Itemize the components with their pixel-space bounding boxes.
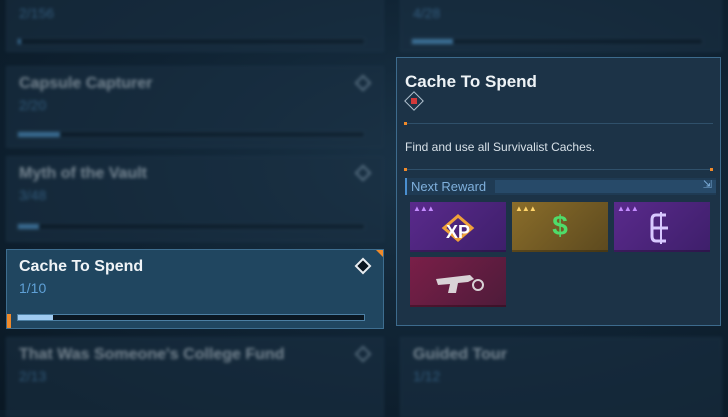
- tooltip-title: Cache To Spend: [405, 72, 537, 91]
- challenge-card-capsule-capturer[interactable]: Capsule Capturer 2/20: [6, 66, 384, 148]
- diamond-icon: [354, 74, 372, 92]
- challenge-title: That Was Someone's College Fund: [19, 346, 285, 363]
- progress-bar: [17, 314, 365, 321]
- reward-cash: ▲▲▲ $: [512, 202, 608, 252]
- challenge-card-top-left[interactable]: 2/156: [6, 0, 384, 52]
- selection-marker: [7, 314, 11, 328]
- challenge-title: Cache To Spend: [19, 258, 144, 275]
- diamond-icon: [354, 257, 372, 275]
- reward-eridium: ▲▲▲: [614, 202, 710, 252]
- progress-bar: [411, 38, 703, 45]
- eridium-icon: [650, 212, 668, 244]
- challenge-progress: 1/10: [19, 280, 47, 296]
- challenge-title: Guided Tour: [413, 346, 507, 363]
- challenge-card-top-right[interactable]: 4/28: [400, 0, 722, 52]
- progress-fill: [18, 224, 39, 229]
- corner-marker: [376, 250, 383, 257]
- progress-fill: [412, 39, 453, 44]
- challenge-progress: 3/48: [19, 187, 47, 203]
- progress-bar: [17, 131, 365, 138]
- tooltip-description: Find and use all Survivalist Caches.: [405, 140, 596, 154]
- challenge-card-cache-to-spend[interactable]: Cache To Spend 1/10: [6, 249, 384, 329]
- pistol-icon: [436, 275, 484, 293]
- collapse-icon: ⇲: [702, 179, 712, 191]
- next-reward-header: Next Reward ⇲: [405, 178, 716, 195]
- divider: [404, 122, 713, 125]
- xp-icon: XP: [441, 214, 475, 242]
- challenge-progress: 4/28: [413, 5, 441, 21]
- challenge-card-myth-of-the-vault[interactable]: Myth of the Vault 3/48: [6, 156, 384, 242]
- progress-fill: [18, 315, 53, 320]
- progress-bar: [17, 223, 365, 230]
- divider: [404, 168, 713, 171]
- progress-bar: [17, 38, 365, 45]
- svg-text:XP: XP: [446, 222, 470, 242]
- challenge-card-guided-tour[interactable]: Guided Tour 1/12: [400, 337, 722, 417]
- reward-weapon-trinket: [410, 257, 506, 307]
- challenge-card-college-fund[interactable]: That Was Someone's College Fund 2/13: [6, 337, 384, 417]
- challenge-tooltip: Cache To Spend Find and use all Survival…: [396, 57, 721, 326]
- progress-fill: [18, 39, 22, 44]
- challenge-progress: 2/156: [19, 5, 55, 21]
- challenge-title: Myth of the Vault: [19, 165, 147, 182]
- reward-xp: ▲▲▲ XP: [410, 202, 506, 252]
- progress-fill: [18, 132, 60, 137]
- diamond-icon: [354, 164, 372, 182]
- challenge-category-icon: [404, 91, 424, 111]
- diamond-icon: [354, 345, 372, 363]
- dollar-icon: $: [552, 210, 568, 241]
- next-reward-label: Next Reward: [411, 179, 487, 194]
- challenge-progress: 1/12: [413, 368, 441, 384]
- challenge-progress: 2/13: [19, 368, 47, 384]
- next-reward-strip: [495, 180, 716, 193]
- challenge-title: Capsule Capturer: [19, 75, 153, 92]
- challenge-progress: 2/20: [19, 97, 47, 113]
